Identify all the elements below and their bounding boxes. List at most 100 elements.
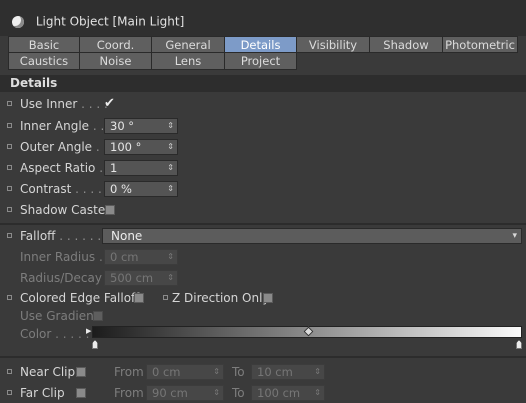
falloff-value: None [111,229,143,243]
inner-radius-field[interactable]: 0 cm ⇕ [104,249,178,265]
stepper-icon[interactable]: ⇕ [167,161,174,175]
title-bar: Light Object [Main Light] [0,0,526,36]
animation-bullet-icon[interactable] [7,233,12,238]
tab-shadow[interactable]: Shadow [370,36,443,53]
aspect-ratio-text: Aspect Ratio [20,161,96,175]
falloff-text: Falloff [20,229,56,243]
contrast-field[interactable]: 0 % ⇕ [104,181,178,197]
light-bulb-icon [12,15,24,28]
animation-bullet-icon[interactable] [7,369,12,374]
animation-bullet-icon[interactable] [7,123,12,128]
stepper-icon[interactable]: ⇕ [213,386,220,400]
animation-bullet-icon[interactable] [7,207,12,212]
tab-general[interactable]: General [152,36,225,53]
contrast-row: Contrast . . . . . 0 % ⇕ [0,179,526,199]
contrast-value: 0 % [110,182,132,196]
falloff-dropdown[interactable]: None ▾ [102,228,522,244]
near-clip-to-label: To [232,365,245,379]
use-inner-checkbox[interactable]: ✔ [104,94,115,114]
stepper-icon[interactable]: ⇕ [314,386,321,400]
label-dots: . [95,161,104,175]
near-clip-from-label: From [114,365,144,379]
near-clip-to-field[interactable]: 10 cm ⇕ [251,364,325,380]
inner-radius-row: Inner Radius . 0 cm ⇕ [0,247,526,267]
label-dots: . [95,250,103,264]
use-gradient-row: Use Gradient [0,306,526,326]
aspect-ratio-label: Aspect Ratio . [20,158,103,178]
animation-bullet-icon[interactable] [7,144,12,149]
far-clip-from-label: From [114,386,144,400]
section-header-details: Details [0,75,526,92]
label-dots: . . [89,119,105,133]
use-inner-label: Use Inner . . . . [20,94,108,114]
inner-angle-text: Inner Angle [20,119,90,133]
outer-angle-label: Outer Angle . . [20,137,107,157]
aspect-ratio-value: 1 [110,161,118,175]
z-direction-only-label: Z Direction Only [172,291,270,305]
far-clip-from-field[interactable]: 90 cm ⇕ [146,385,224,401]
falloff-row: Falloff . . . . . . . . None ▾ [0,226,526,246]
far-clip-label: Far Clip [20,386,65,400]
color-label: Color . . . . . [20,324,90,344]
tab-basic[interactable]: Basic [8,36,80,53]
shadow-caster-label: Shadow Caster [20,203,111,217]
use-inner-text: Use Inner [20,97,78,111]
animation-bullet-icon[interactable] [7,165,12,170]
tab-photometric[interactable]: Photometric [443,36,518,53]
tab-project[interactable]: Project [225,53,297,70]
stepper-icon[interactable]: ⇕ [167,119,174,133]
tab-visibility[interactable]: Visibility [297,36,370,53]
radius-decay-label: Radius/Decay [20,271,102,285]
tab-caustics[interactable]: Caustics [8,53,80,70]
colored-edge-falloff-checkbox[interactable] [134,293,144,303]
use-gradient-checkbox[interactable] [93,311,103,321]
animation-bullet-icon[interactable] [163,295,168,300]
near-clip-from-value: 0 cm [152,365,181,379]
tab-lens[interactable]: Lens [152,53,225,70]
chevron-down-icon: ▾ [512,231,517,241]
inner-angle-label: Inner Angle . . [20,116,104,136]
shadow-caster-checkbox[interactable] [105,205,115,215]
outer-angle-row: Outer Angle . . 100 ° ⇕ [0,137,526,157]
window-title: Light Object [Main Light] [35,14,185,29]
tab-coord[interactable]: Coord. [80,36,152,53]
near-clip-from-field[interactable]: 0 cm ⇕ [146,364,224,380]
animation-bullet-icon[interactable] [7,295,12,300]
far-clip-to-field[interactable]: 100 cm ⇕ [251,385,325,401]
outer-angle-text: Outer Angle [20,140,93,154]
tab-row-2: Caustics Noise Lens Project [8,53,518,70]
animation-bullet-icon[interactable] [7,101,12,106]
far-clip-checkbox[interactable] [76,388,86,398]
inner-angle-value: 30 ° [110,119,135,133]
inner-radius-value: 0 cm [110,250,139,264]
near-clip-to-value: 10 cm [257,365,293,379]
far-clip-to-label: To [232,386,245,400]
label-dots: . . . . . [51,327,90,341]
inner-angle-row: Inner Angle . . 30 ° ⇕ [0,116,526,136]
animation-bullet-icon[interactable] [7,390,12,395]
aspect-ratio-row: Aspect Ratio . 1 ⇕ [0,158,526,178]
gradient-expand-icon[interactable]: ▶ [86,327,91,335]
aspect-ratio-field[interactable]: 1 ⇕ [104,160,178,176]
stepper-icon[interactable]: ⇕ [167,140,174,154]
use-inner-row: Use Inner . . . . ✔ [0,94,526,114]
stepper-icon[interactable]: ⇕ [167,250,174,264]
inner-angle-field[interactable]: 30 ° ⇕ [104,118,178,134]
color-text: Color [20,327,52,341]
contrast-text: Contrast [20,182,72,196]
near-clip-label: Near Clip [20,365,76,379]
tab-details[interactable]: Details [225,36,297,53]
inner-radius-text: Inner Radius [20,250,96,264]
animation-bullet-icon[interactable] [7,186,12,191]
stepper-icon[interactable]: ⇕ [213,365,220,379]
stepper-icon[interactable]: ⇕ [167,271,174,285]
far-clip-row: Far Clip From 90 cm ⇕ To 100 cm ⇕ [0,383,526,403]
radius-decay-row: Radius/Decay 500 cm ⇕ [0,268,526,288]
outer-angle-field[interactable]: 100 ° ⇕ [104,139,178,155]
stepper-icon[interactable]: ⇕ [167,182,174,196]
z-direction-only-checkbox[interactable] [263,293,273,303]
tab-noise[interactable]: Noise [80,53,152,70]
near-clip-checkbox[interactable] [76,367,86,377]
stepper-icon[interactable]: ⇕ [314,365,321,379]
radius-decay-field[interactable]: 500 cm ⇕ [104,270,178,286]
